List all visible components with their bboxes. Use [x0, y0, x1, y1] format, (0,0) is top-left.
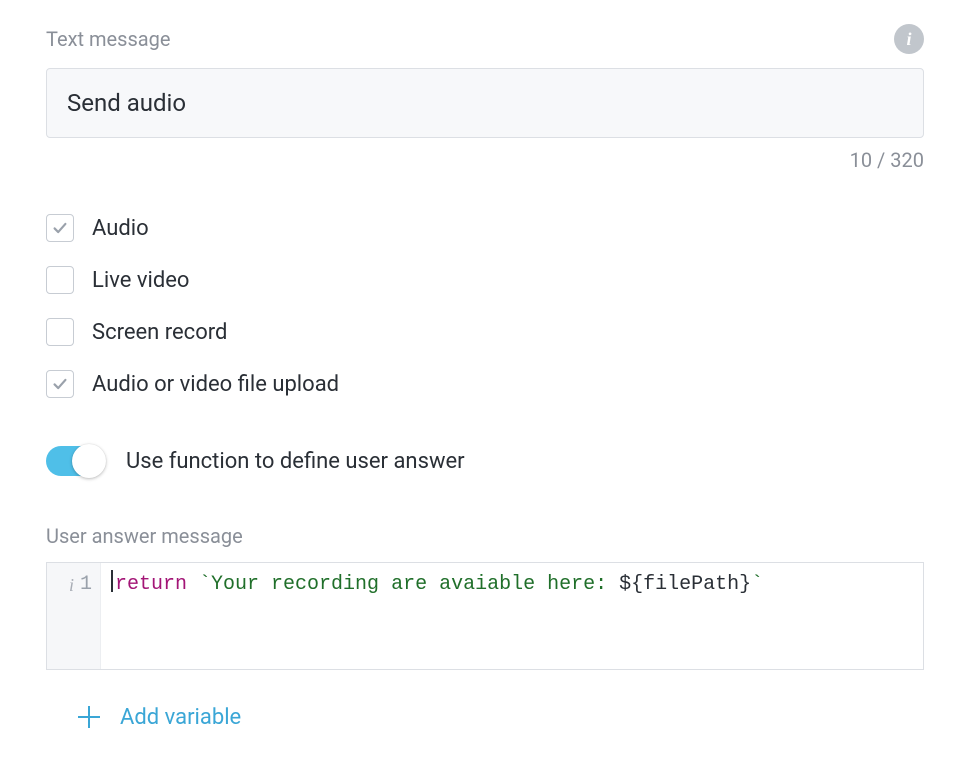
add-variable-button[interactable]: Add variable [46, 706, 924, 728]
option-label-live-video: Live video [92, 268, 189, 293]
add-variable-label: Add variable [120, 706, 241, 728]
text-message-counter: 10 / 320 [46, 148, 924, 172]
text-message-label: Text message [46, 27, 171, 51]
code-template-expr: ${filePath} [619, 573, 751, 596]
option-label-audio: Audio [92, 216, 149, 241]
user-answer-label: User answer message [46, 524, 924, 548]
option-audio[interactable]: Audio [46, 214, 924, 242]
option-screen-record[interactable]: Screen record [46, 318, 924, 346]
use-function-toggle[interactable] [46, 446, 104, 476]
code-keyword: return [115, 573, 187, 596]
option-label-screen-record: Screen record [92, 320, 227, 345]
recording-options: Audio Live video Screen record Audio or vid… [46, 214, 924, 398]
gutter-line-1: i 1 [47, 569, 100, 601]
text-message-input[interactable]: Send audio [46, 68, 924, 138]
checkbox-live-video[interactable] [46, 266, 74, 294]
line-number: 1 [80, 569, 92, 601]
code-string-open: `Your recording are avaiable here: [199, 573, 619, 596]
use-function-label: Use function to define user answer [126, 449, 465, 474]
text-message-limit: 320 [890, 148, 924, 172]
user-answer-code-editor[interactable]: i 1 return `Your recording are avaiable … [46, 562, 924, 670]
text-cursor [111, 570, 113, 592]
checkbox-screen-record[interactable] [46, 318, 74, 346]
text-message-count: 10 [850, 148, 872, 172]
code-gutter: i 1 [47, 563, 101, 669]
plus-icon [78, 706, 100, 728]
lint-info-icon: i [69, 569, 74, 601]
option-file-upload[interactable]: Audio or video file upload [46, 370, 924, 398]
text-message-value: Send audio [67, 89, 186, 117]
form-panel: Text message i Send audio 10 / 320 Audio… [0, 0, 970, 728]
info-icon[interactable]: i [894, 24, 924, 54]
checkbox-file-upload[interactable] [46, 370, 74, 398]
checkbox-audio[interactable] [46, 214, 74, 242]
text-message-header: Text message i [46, 24, 924, 54]
code-area[interactable]: return `Your recording are avaiable here… [101, 563, 923, 669]
use-function-toggle-row: Use function to define user answer [46, 446, 924, 476]
option-label-file-upload: Audio or video file upload [92, 372, 339, 397]
toggle-knob [72, 444, 106, 478]
option-live-video[interactable]: Live video [46, 266, 924, 294]
code-string-close: ` [751, 573, 763, 596]
